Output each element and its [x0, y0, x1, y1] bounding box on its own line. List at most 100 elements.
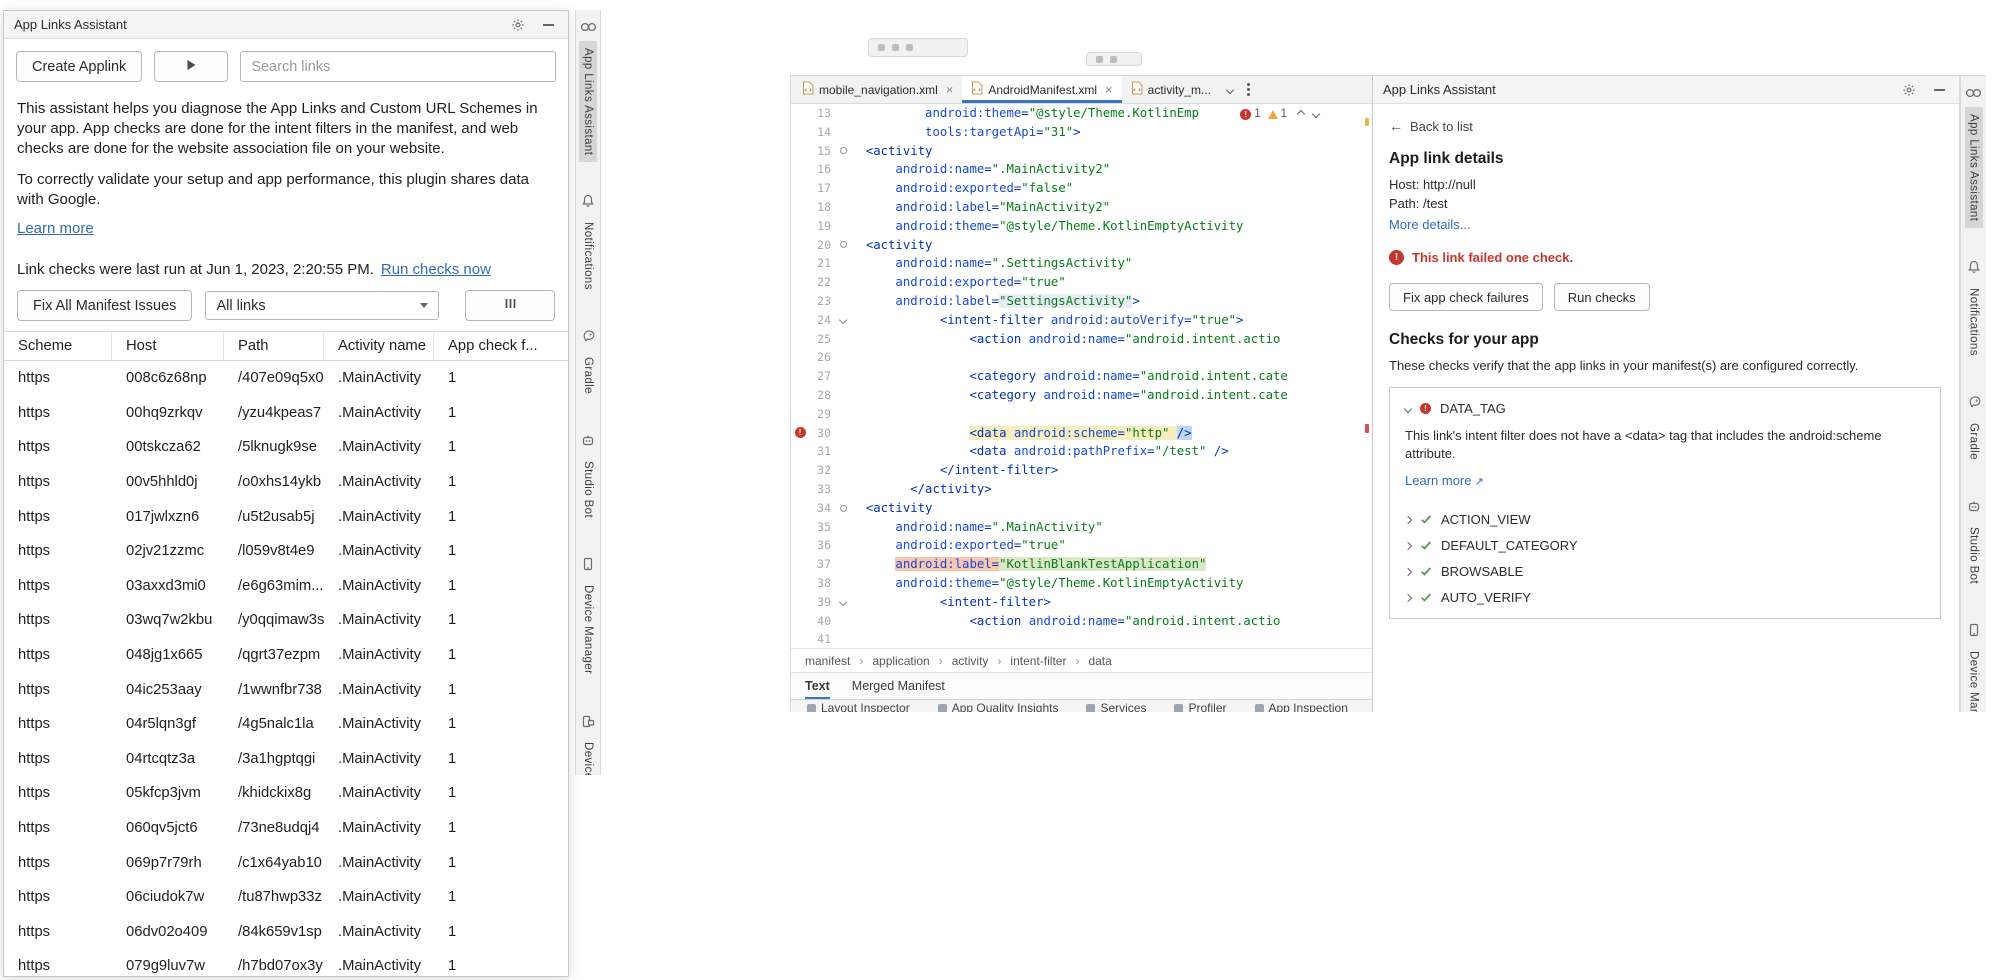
tool-strip-item-gradle[interactable]: Gradle: [1965, 393, 1983, 467]
code-editor[interactable]: 13 android:theme="@style/Theme.KotlinEmp…: [791, 104, 1372, 648]
breadcrumb-item-application[interactable]: application: [872, 654, 929, 668]
check-row-data-tag[interactable]: ! DATA_TAG: [1405, 401, 1925, 416]
code-line: 22 android:exported="true": [791, 273, 1372, 292]
table-row[interactable]: https02jv21zzmc/l059v8t4e9.MainActivity1: [4, 534, 568, 569]
previous-issue-icon[interactable]: [1297, 110, 1305, 118]
bottom-tab-merged-manifest[interactable]: Merged Manifest: [852, 673, 945, 699]
code-line: 33 </activity>: [791, 480, 1372, 499]
tool-strip-item-studio-bot[interactable]: Studio Bot: [579, 431, 597, 525]
tool-window-button-app-inspection[interactable]: App Inspection: [1255, 704, 1348, 712]
gutter-marker-icon[interactable]: [835, 499, 851, 518]
fix-app-check-failures-button[interactable]: Fix app check failures: [1389, 283, 1543, 311]
table-row[interactable]: https008c6z68np/407e09q5x0.MainActivity1: [4, 361, 568, 396]
tool-strip-item-app-links-assistant[interactable]: App Links Assistant: [1965, 84, 1983, 228]
gear-icon[interactable]: [508, 15, 528, 35]
table-cell: /4g5nalc1la: [224, 716, 324, 732]
tool-window-button-app-quality-insights[interactable]: App Quality Insights: [938, 704, 1059, 712]
table-row[interactable]: https060qv5jct6/73ne8udqj4.MainActivity1: [4, 811, 568, 846]
table-row[interactable]: https04rtcqtz3a/3a1hgptqgi.MainActivity1: [4, 742, 568, 777]
next-issue-icon[interactable]: [1312, 110, 1320, 118]
column-header-host[interactable]: Host: [112, 332, 224, 360]
tool-strip-item-notifications[interactable]: Notifications: [1965, 258, 1983, 363]
gutter-marker-icon[interactable]: [835, 142, 851, 161]
tool-window-strip-right: App Links Assistant Notifications Gradle St…: [1960, 75, 1986, 712]
breadcrumb-item-intent-filter[interactable]: intent-filter: [1010, 654, 1066, 668]
inspections-widget[interactable]: ! 1 1: [1233, 106, 1326, 122]
close-icon[interactable]: ×: [1105, 82, 1113, 97]
table-row[interactable]: https00tskcza62/5lknugk9se.MainActivity1: [4, 430, 568, 465]
hidden-tabs-chevron-icon[interactable]: [1220, 76, 1240, 103]
fold-chevron-icon[interactable]: [835, 311, 851, 330]
minimize-icon[interactable]: [538, 15, 558, 35]
table-cell: 06dv02o409: [112, 924, 224, 940]
breadcrumb-item-data[interactable]: data: [1088, 654, 1111, 668]
check-row-browsable[interactable]: BROWSABLE: [1405, 564, 1925, 579]
breadcrumb-item-activity[interactable]: activity: [952, 654, 989, 668]
panel-title: App Links Assistant: [1383, 82, 1496, 97]
fix-all-manifest-issues-button[interactable]: Fix All Manifest Issues: [17, 290, 192, 321]
table-row[interactable]: https079g9luv7w/h7bd07ox3y.MainActivity1: [4, 949, 568, 976]
learn-more-link[interactable]: Learn more: [17, 220, 555, 237]
editor-tab-androidmanifest-xml[interactable]: AndroidManifest.xml×: [962, 76, 1121, 103]
table-row[interactable]: https03wq7w2kbu/y0qqimaw3s.MainActivity1: [4, 603, 568, 638]
fold-chevron-icon[interactable]: [835, 593, 851, 612]
tool-strip-item-device-manager[interactable]: Device Manager: [579, 555, 597, 681]
create-applink-button[interactable]: Create Applink: [16, 51, 142, 82]
check-learn-more-link[interactable]: Learn more↗: [1405, 473, 1484, 488]
run-checks-button[interactable]: Run checks: [1554, 283, 1650, 311]
column-header-scheme[interactable]: Scheme: [4, 332, 112, 360]
run-checks-now-link[interactable]: Run checks now: [381, 261, 491, 278]
editor-tab-mobile-navigation-xml[interactable]: mobile_navigation.xml×: [793, 76, 962, 103]
column-header-path[interactable]: Path: [224, 332, 324, 360]
tool-strip-item-gradle[interactable]: Gradle: [579, 327, 597, 401]
editor-tab-activity-m[interactable]: activity_m...: [1122, 76, 1220, 103]
table-row[interactable]: https05kfcp3jvm/khidckix8g.MainActivity1: [4, 776, 568, 811]
table-row[interactable]: https00v5hhld0j/o0xhs14ykb.MainActivity1: [4, 465, 568, 500]
tool-strip-item-app-links-assistant[interactable]: App Links Assistant: [579, 18, 597, 162]
tool-strip-item-notifications[interactable]: Notifications: [579, 192, 597, 297]
table-row[interactable]: https06ciudok7w/tu87hwp33z.MainActivity1: [4, 880, 568, 915]
search-links-input[interactable]: [240, 51, 556, 82]
minimize-icon[interactable]: [1929, 80, 1949, 100]
more-options-icon[interactable]: [1240, 76, 1257, 103]
tool-strip-item-studio-bot[interactable]: Studio Bot: [1965, 497, 1983, 591]
gear-icon[interactable]: [1899, 80, 1919, 100]
table-row[interactable]: https048jg1x665/qgrt37ezpm.MainActivity1: [4, 638, 568, 673]
passed-checks: ACTION_VIEW DEFAULT_CATEGORY BROWSABLE AUTO…: [1405, 512, 1925, 605]
table-row[interactable]: https017jwlxzn6/u5t2usab5j.MainActivity1: [4, 499, 568, 534]
more-details-link[interactable]: More details...: [1389, 217, 1471, 232]
links-filter-dropdown[interactable]: All links: [205, 291, 439, 320]
tool-window-button-layout-inspector[interactable]: Layout Inspector: [807, 704, 910, 712]
table-row[interactable]: https03axxd3mi0/e6g63mim....MainActivity…: [4, 569, 568, 604]
fold-spacer: [835, 536, 851, 555]
check-row-auto-verify[interactable]: AUTO_VERIFY: [1405, 590, 1925, 605]
warning-summary[interactable]: 1: [1268, 108, 1287, 120]
table-cell: 04rtcqtz3a: [112, 751, 224, 767]
columns-button[interactable]: [465, 290, 555, 321]
table-row[interactable]: https06dv02o409/84k659v1sp.MainActivity1: [4, 915, 568, 950]
check-row-default-category[interactable]: DEFAULT_CATEGORY: [1405, 538, 1925, 553]
tool-window-button-profiler[interactable]: Profiler: [1174, 704, 1226, 712]
column-header-app-check-f[interactable]: App check f...: [434, 332, 568, 360]
table-row[interactable]: https04ic253aay/1wwnfbr738.MainActivity1: [4, 672, 568, 707]
scrollbar-error-mark[interactable]: [1365, 424, 1369, 433]
column-header-activity-name[interactable]: Activity name: [324, 332, 434, 360]
tool-strip-item-device-manager[interactable]: Device Manager: [1965, 621, 1983, 712]
table-row[interactable]: https00hq9zrkqv/yzu4kpeas7.MainActivity1: [4, 396, 568, 431]
breadcrumb-item-manifest[interactable]: manifest: [805, 654, 850, 668]
gradle-icon: [1966, 393, 1982, 411]
error-summary[interactable]: ! 1: [1240, 108, 1260, 120]
table-row[interactable]: https069p7r79rh/c1x64yab10.MainActivity1: [4, 845, 568, 880]
bottom-tab-text[interactable]: Text: [805, 673, 830, 699]
gutter-marker-icon[interactable]: [835, 236, 851, 255]
code-line-text: <activity: [851, 499, 1372, 518]
close-icon[interactable]: ×: [946, 82, 954, 97]
check-row-action-view[interactable]: ACTION_VIEW: [1405, 512, 1925, 527]
run-link-checks-button[interactable]: [154, 51, 228, 82]
back-to-list-link[interactable]: ← Back to list: [1389, 118, 1943, 134]
tool-strip-item-device-explorer[interactable]: Device Explorer: [579, 712, 597, 775]
tool-window-button-services[interactable]: Services: [1086, 704, 1146, 712]
scrollbar-warning-mark[interactable]: [1365, 118, 1369, 126]
table-row[interactable]: https04r5lqn3gf/4g5nalc1la.MainActivity1: [4, 707, 568, 742]
table-cell: 060qv5jct6: [112, 820, 224, 836]
